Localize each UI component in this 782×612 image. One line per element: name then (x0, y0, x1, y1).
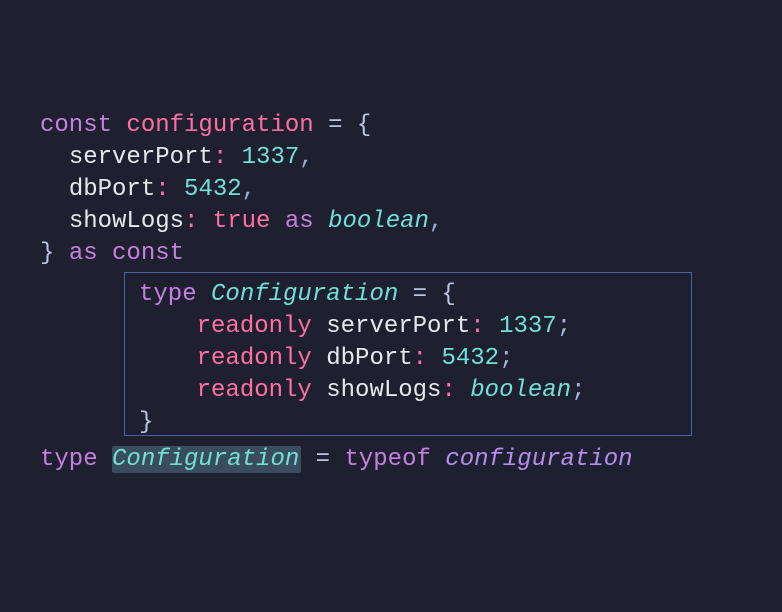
equals-sign: = (328, 112, 342, 139)
type-boolean: boolean (470, 377, 571, 404)
keyword-const-assertion: const (112, 240, 184, 267)
identifier-configuration-ref: configuration (445, 446, 632, 473)
semicolon: ; (557, 313, 571, 340)
keyword-type: type (139, 281, 197, 308)
property-dbport: dbPort (326, 345, 412, 372)
number-literal-1337: 1337 (242, 144, 300, 171)
colon: : (184, 208, 198, 235)
type-configuration-decl: Configuration (112, 446, 299, 473)
colon: : (413, 345, 427, 372)
code-line-5: } as const (40, 238, 782, 270)
keyword-typeof: typeof (344, 446, 430, 473)
type-configuration: Configuration (211, 281, 398, 308)
colon: : (470, 313, 484, 340)
keyword-const: const (40, 112, 112, 139)
keyword-readonly: readonly (197, 345, 312, 372)
code-line-4: showLogs: true as boolean, (40, 206, 782, 238)
equals-sign: = (316, 446, 330, 473)
colon: : (441, 377, 455, 404)
code-line-2: serverPort: 1337, (40, 142, 782, 174)
colon: : (155, 176, 169, 203)
property-dbport: dbPort (69, 176, 155, 203)
property-serverport: serverPort (326, 313, 470, 340)
code-line-6: type Configuration = typeof configuratio… (40, 444, 633, 476)
tooltip-line-2: readonly serverPort: 1337; (139, 311, 685, 343)
property-showlogs: showLogs (326, 377, 441, 404)
equals-sign: = (413, 281, 427, 308)
tooltip-line-4: readonly showLogs: boolean; (139, 375, 685, 407)
keyword-readonly: readonly (197, 377, 312, 404)
number-literal-5432: 5432 (184, 176, 242, 203)
code-line-3: dbPort: 5432, (40, 174, 782, 206)
keyword-type: type (40, 446, 98, 473)
boolean-true: true (213, 208, 271, 235)
type-info-tooltip: type Configuration = { readonly serverPo… (124, 272, 692, 436)
semicolon: ; (571, 377, 585, 404)
keyword-as: as (285, 208, 314, 235)
code-line-1: const configuration = { (40, 110, 782, 142)
comma: , (299, 144, 313, 171)
tooltip-line-1: type Configuration = { (139, 279, 685, 311)
comma: , (242, 176, 256, 203)
keyword-readonly: readonly (197, 313, 312, 340)
property-serverport: serverPort (69, 144, 213, 171)
type-boolean: boolean (328, 208, 429, 235)
tooltip-line-5: } (139, 407, 685, 439)
hover-highlight: Configuration (112, 446, 301, 473)
property-showlogs: showLogs (69, 208, 184, 235)
colon: : (213, 144, 227, 171)
tooltip-line-3: readonly dbPort: 5432; (139, 343, 685, 375)
semicolon: ; (499, 345, 513, 372)
number-literal-5432: 5432 (441, 345, 499, 372)
brace-close: } (40, 240, 54, 267)
comma: , (429, 208, 443, 235)
brace-close: } (139, 409, 153, 436)
brace-open: { (441, 281, 455, 308)
number-literal-1337: 1337 (499, 313, 557, 340)
identifier-configuration-decl: configuration (126, 112, 313, 139)
brace-open: { (357, 112, 371, 139)
code-editor: const configuration = { serverPort: 1337… (0, 0, 782, 270)
keyword-as: as (69, 240, 98, 267)
